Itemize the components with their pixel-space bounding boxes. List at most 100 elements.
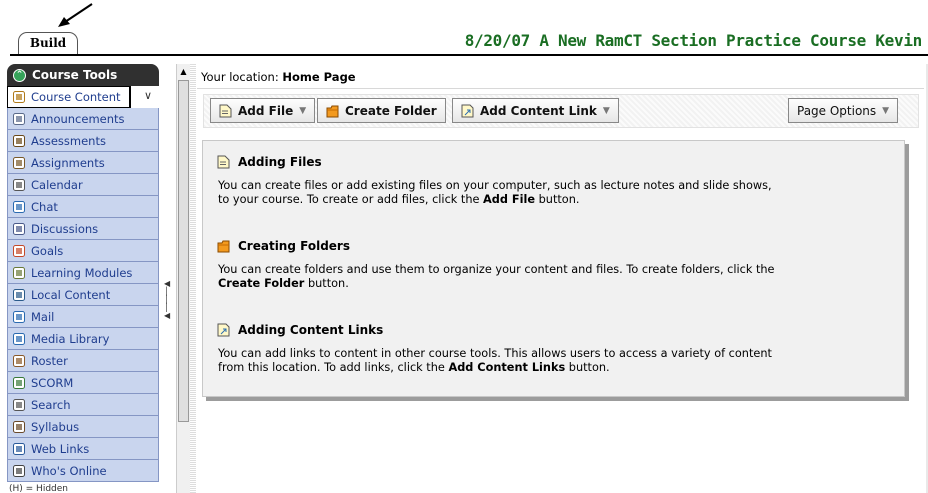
assignment-icon — [13, 156, 25, 169]
file-icon — [219, 104, 232, 117]
section-bold-text: Add File — [483, 193, 536, 206]
sidebar-item-label: Assessments — [31, 133, 106, 148]
section-title-text: Adding Files — [238, 155, 322, 169]
sidebar-item-label: Chat — [31, 199, 58, 214]
search-icon — [13, 398, 25, 411]
module-icon — [13, 266, 25, 279]
collapse-up-icon[interactable]: ⌃ — [13, 68, 26, 82]
dropdown-icon: ▼ — [602, 105, 610, 116]
sidebar-item-chat[interactable]: Chat — [7, 196, 159, 218]
sidebar-item-label: Mail — [31, 309, 55, 324]
page-options-label: Page Options — [797, 103, 877, 118]
section-title-creating-folders: Creating Folders — [217, 239, 350, 253]
sidebar-item-label: SCORM — [31, 375, 74, 390]
sidebar-item-label: Search — [31, 397, 71, 412]
folder-icon — [326, 105, 339, 117]
add-file-button[interactable]: Add File ▼ — [210, 98, 316, 123]
sidebar-item-search[interactable]: Search — [7, 394, 159, 416]
sidebar-item-label: Local Content — [31, 287, 111, 302]
sidebar-item-label: Goals — [31, 243, 64, 258]
scrollbar-thumb[interactable] — [178, 80, 189, 422]
sidebar-item-assignments[interactable]: Assignments — [7, 152, 159, 174]
location-divider — [197, 88, 924, 89]
section-title-adding-files: Adding Files — [217, 155, 322, 169]
sidebar-item-local-content[interactable]: Local Content — [7, 284, 159, 306]
sidebar-item-label: Who's Online — [31, 463, 107, 478]
tab-student-view[interactable]: Student View — [140, 32, 260, 54]
scorm-icon — [13, 376, 25, 389]
main-content: Your location: Home Page Add File ▼ Crea… — [197, 64, 928, 493]
chevron-down-icon[interactable]: ∨ — [144, 89, 152, 102]
section-title-text: Adding Content Links — [238, 323, 384, 337]
pointer-arrow-icon — [58, 3, 93, 27]
sidebar-item-mail[interactable]: Mail — [7, 306, 159, 328]
chat-icon — [13, 200, 25, 213]
sidebar-item-learning-modules[interactable]: Learning Modules — [7, 262, 159, 284]
section-body-adding-files: You can create files or add existing fil… — [218, 179, 778, 207]
goals-icon — [13, 244, 25, 257]
sidebar-item-label: Learning Modules — [31, 265, 133, 280]
course-tools-header[interactable]: ⌃ Course Tools — [7, 64, 159, 86]
section-bold-text: Create Folder — [218, 277, 305, 290]
section-text: button. — [565, 361, 610, 374]
hidden-legend: (H) = Hidden — [9, 484, 68, 493]
content-link-icon — [461, 104, 474, 117]
content-toolbar: Add File ▼ Create Folder Add Content Lin… — [203, 94, 919, 128]
tab-teach[interactable]: Teach — [68, 32, 146, 54]
sidebar-item-assessments[interactable]: Assessments — [7, 130, 159, 152]
breadcrumb: Your location: Home Page — [201, 70, 356, 84]
sidebar-item-label: Syllabus — [31, 419, 80, 434]
create-folder-label: Create Folder — [345, 103, 437, 118]
section-title-text: Creating Folders — [238, 239, 350, 253]
sidebar-item-discussions[interactable]: Discussions — [7, 218, 159, 240]
course-tools-title: Course Tools — [32, 68, 118, 82]
sidebar-item-label: Assignments — [31, 155, 105, 170]
assessment-icon — [13, 134, 25, 147]
scroll-up-icon[interactable]: ▲ — [178, 65, 189, 78]
page-options-button[interactable]: Page Options ▼ — [788, 98, 899, 123]
header-divider — [10, 54, 928, 56]
section-bold-text: Add Content Links — [448, 361, 566, 374]
section-text: You can create folders and use them to o… — [218, 263, 775, 276]
course-title: 8/20/07 A New RamCT Section Practice Cou… — [464, 31, 923, 50]
add-content-link-button[interactable]: Add Content Link ▼ — [452, 98, 619, 123]
discussion-icon — [13, 222, 25, 235]
sidebar-resize-handle[interactable]: ◀ │ │ │ ◀ — [164, 280, 170, 320]
tab-build[interactable]: Build — [18, 32, 78, 54]
sidebar-item-announcements[interactable]: Announcements — [7, 108, 159, 130]
section-title-adding-content-links: Adding Content Links — [217, 323, 383, 337]
getting-started-panel: Adding Files You can create files or add… — [202, 140, 905, 397]
section-text: button. — [535, 193, 580, 206]
syllabus-icon — [13, 420, 25, 433]
media-library-icon — [13, 332, 25, 345]
section-text: button. — [304, 277, 349, 290]
create-folder-button[interactable]: Create Folder — [317, 98, 446, 123]
sidebar-item-media-library[interactable]: Media Library — [7, 328, 159, 350]
sidebar-item-label: Course Content — [31, 90, 121, 104]
sidebar-item-goals[interactable]: Goals — [7, 240, 159, 262]
sidebar-item-label: Discussions — [31, 221, 99, 236]
section-body-adding-content-links: You can add links to content in other co… — [218, 347, 788, 375]
sidebar-item-course-content[interactable]: Course Content — [7, 86, 131, 108]
sidebar-item-label: Roster — [31, 353, 68, 368]
sidebar-item-who-s-online[interactable]: Who's Online — [7, 460, 159, 482]
sidebar-item-label: Web Links — [31, 441, 90, 456]
roster-icon — [13, 354, 25, 367]
sidebar-item-label: Media Library — [31, 331, 110, 346]
sidebar-item-label: Announcements — [31, 111, 125, 126]
megaphone-icon — [13, 112, 25, 125]
sidebar-item-syllabus[interactable]: Syllabus — [7, 416, 159, 438]
sidebar-item-roster[interactable]: Roster — [7, 350, 159, 372]
location-value: Home Page — [282, 70, 356, 84]
house-icon — [13, 91, 25, 103]
add-file-label: Add File — [238, 103, 294, 118]
sidebar-scrollbar[interactable]: ▲ — [176, 64, 190, 493]
section-body-creating-folders: You can create folders and use them to o… — [218, 263, 778, 291]
whos-online-icon — [13, 464, 25, 477]
web-links-icon — [13, 442, 25, 455]
content-link-icon — [217, 323, 230, 337]
sidebar-item-calendar[interactable]: Calendar — [7, 174, 159, 196]
sidebar-item-web-links[interactable]: Web Links — [7, 438, 159, 460]
calendar-icon — [13, 178, 25, 191]
sidebar-item-scorm[interactable]: SCORM — [7, 372, 159, 394]
